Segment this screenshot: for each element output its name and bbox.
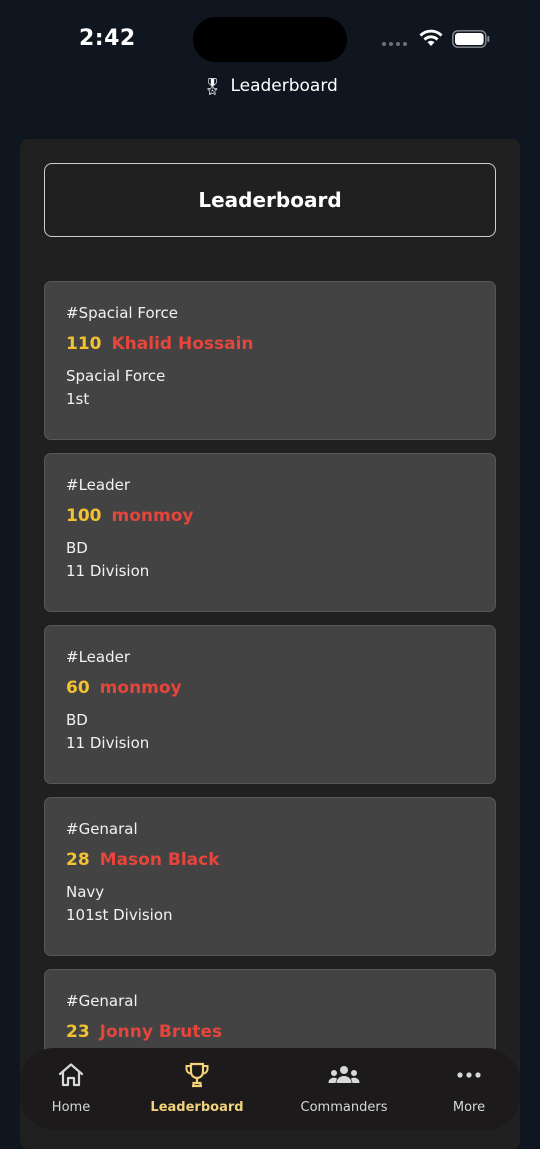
wifi-icon xyxy=(419,29,443,46)
card-unit: Spacial Force xyxy=(66,367,166,385)
tab-leaderboard-label: Leaderboard xyxy=(150,1100,244,1115)
dynamic-island xyxy=(193,17,347,62)
leaderboard-card[interactable]: #Leader 100 monmoy BD 11 Division xyxy=(44,453,496,612)
leaderboard-card[interactable]: #Spacial Force 110 Khalid Hossain Spacial… xyxy=(44,281,496,440)
tab-home[interactable]: Home xyxy=(11,1060,131,1115)
leaderboard-card[interactable]: #Genaral 28 Mason Black Navy 101st Divisi… xyxy=(44,797,496,956)
card-unit: BD xyxy=(66,711,88,729)
card-score: 110 xyxy=(66,334,102,354)
nav-title-label: Leaderboard xyxy=(230,76,338,96)
leaderboard-header-label: Leaderboard xyxy=(198,188,342,212)
leaderboard-header: Leaderboard xyxy=(44,163,496,237)
card-division: 11 Division xyxy=(66,562,150,580)
card-tag: #Leader xyxy=(66,476,130,494)
leaderboard-card[interactable]: #Leader 60 monmoy BD 11 Division xyxy=(44,625,496,784)
card-division: 11 Division xyxy=(66,734,150,752)
card-division: 101st Division xyxy=(66,906,173,924)
tab-bar: Home Leaderboard Commanders More xyxy=(20,1048,520,1130)
card-name: Khalid Hossain xyxy=(111,334,254,354)
card-name: monmoy xyxy=(111,506,194,526)
card-score: 60 xyxy=(66,678,90,698)
card-tag: #Leader xyxy=(66,648,130,666)
nav-title: 🎖 Leaderboard xyxy=(0,76,540,96)
tab-commanders-label: Commanders xyxy=(300,1100,388,1115)
leaderboard-panel: Leaderboard #Spacial Force 110 Khalid Hos… xyxy=(20,139,520,1149)
card-score: 100 xyxy=(66,506,102,526)
card-score: 23 xyxy=(66,1022,90,1042)
card-tag: #Spacial Force xyxy=(66,304,178,322)
status-bar: 2:42 xyxy=(0,0,540,78)
tab-home-label: Home xyxy=(51,1100,91,1115)
battery-icon xyxy=(452,30,490,48)
tab-leaderboard[interactable]: Leaderboard xyxy=(137,1060,257,1115)
status-time: 2:42 xyxy=(79,26,136,51)
card-division: 1st xyxy=(66,390,90,408)
card-tag: #Genaral xyxy=(66,992,138,1010)
card-name: Mason Black xyxy=(99,850,220,870)
signal-icon xyxy=(382,42,407,46)
card-name: monmoy xyxy=(99,678,182,698)
card-name: Jonny Brutes xyxy=(99,1022,223,1042)
home-icon xyxy=(58,1063,84,1087)
medal-icon: 🎖 xyxy=(202,76,223,96)
card-unit: Navy xyxy=(66,883,105,901)
tab-more-label: More xyxy=(452,1100,486,1115)
card-tag: #Genaral xyxy=(66,820,138,838)
leaderboard-list: #Spacial Force 110 Khalid Hossain Spacial… xyxy=(44,281,496,1141)
tab-more[interactable]: More xyxy=(409,1060,529,1115)
more-icon xyxy=(457,1072,481,1078)
group-icon xyxy=(328,1066,360,1083)
card-score: 28 xyxy=(66,850,90,870)
trophy-icon xyxy=(185,1062,209,1088)
tab-commanders[interactable]: Commanders xyxy=(284,1060,404,1115)
card-unit: BD xyxy=(66,539,88,557)
